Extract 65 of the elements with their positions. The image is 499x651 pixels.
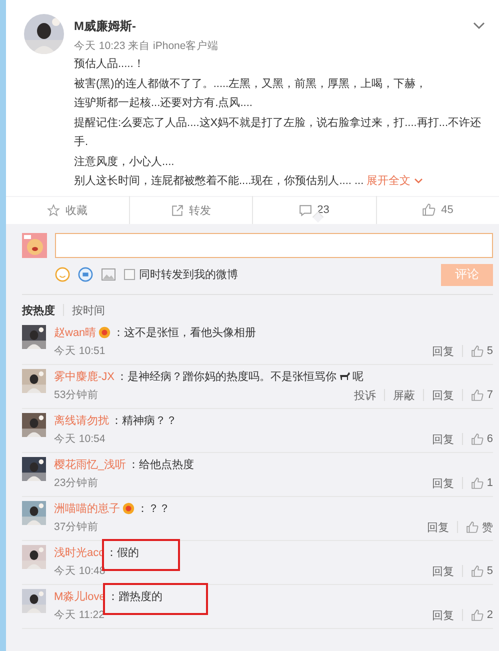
- chevron-down-icon[interactable]: [473, 22, 485, 30]
- comment-text: ：给他点热度: [128, 458, 194, 472]
- comment-input[interactable]: [55, 232, 493, 258]
- comment-icon: [299, 204, 312, 216]
- like-count[interactable]: 6: [486, 433, 493, 445]
- repost-label: 同时转发到我的微博: [139, 268, 238, 282]
- thumbs-up-icon: [470, 344, 484, 358]
- like-count[interactable]: 2: [486, 609, 493, 621]
- commenter-name[interactable]: 樱花雨忆_浅听: [54, 456, 126, 472]
- thumbs-up-icon: [470, 432, 484, 446]
- thumbs-up-icon: [422, 203, 436, 217]
- post-text-line: 连驴斯都一起核...还要对方有.点风....: [74, 96, 254, 111]
- comment-time: 23分钟前: [54, 476, 99, 490]
- comment-time: 37分钟前: [54, 520, 99, 534]
- post-text-line: 别人这长时间，连屁都被憋着不能....现在，你预估别人.... ... 展开全文: [74, 172, 487, 192]
- post-text-line: 注意风度，小心人....: [74, 154, 176, 170]
- comment-text: ：是神经病？蹭你妈的热度吗。不是张恒骂你: [116, 370, 336, 384]
- comment-time: 53分钟前: [54, 388, 99, 402]
- thumbs-up-icon: [470, 608, 484, 622]
- reply-link[interactable]: 回复: [424, 608, 462, 622]
- repost-checkbox[interactable]: [124, 269, 135, 280]
- like-count[interactable]: 5: [486, 345, 493, 357]
- sort-tab[interactable]: 按时间: [72, 302, 105, 318]
- smiley-icon[interactable]: [55, 267, 70, 282]
- comment-time: 今天 10:51: [54, 344, 106, 358]
- thumbs-up-icon: [470, 476, 484, 490]
- comment-text: ：精神病？？: [111, 414, 177, 428]
- commenter-name[interactable]: 赵wan晴: [54, 324, 96, 340]
- comment-text: ：假的: [106, 546, 140, 560]
- comment-text: ：蹭热度的: [107, 590, 162, 604]
- comment-time: 今天 11:22: [54, 608, 104, 622]
- reply-link[interactable]: 回复: [424, 564, 462, 578]
- reply-link[interactable]: 回复: [424, 344, 462, 358]
- comment-text: ：这不是张恒，看他头像相册: [113, 326, 256, 340]
- author-name[interactable]: M威廉姆斯-: [74, 18, 487, 35]
- reply-link[interactable]: 回复: [419, 520, 457, 534]
- commenter-name[interactable]: 离线请勿扰: [54, 412, 109, 428]
- chevron-down-icon: [414, 178, 423, 184]
- post-meta: 今天 10:23 来自 iPhone客户端: [74, 39, 220, 53]
- like-count[interactable]: 7: [486, 389, 493, 401]
- post-text-line: 提醒记住:么要忘了人品....这X妈不就是打了左脸，说右脸拿过来，打....再打...不许还手.: [74, 116, 482, 150]
- thumbs-up-icon: [466, 520, 479, 534]
- comment-text: ：？？: [137, 502, 170, 516]
- commenter-name[interactable]: 雾中麋鹿-JX: [54, 368, 114, 384]
- image-icon[interactable]: [101, 268, 116, 281]
- comment-action[interactable]: 投诉: [346, 388, 384, 402]
- comment-action[interactable]: 屏蔽: [384, 388, 423, 402]
- thumbs-up-icon: [470, 564, 484, 578]
- like-count[interactable]: 1: [486, 477, 493, 489]
- comment-text: 呢: [352, 370, 364, 384]
- post-text-line: 被害(黑)的连人都做不了了。.....左黑，又黑，前黑，厚黑，上喝，下赫，: [74, 76, 428, 92]
- like-count[interactable]: 5: [486, 565, 493, 577]
- comment-time: 今天 10:54: [54, 432, 106, 446]
- reply-link[interactable]: 回复: [424, 432, 462, 446]
- share-icon: [170, 204, 184, 216]
- sort-tab[interactable]: 按热度: [22, 302, 55, 318]
- star-action[interactable]: 收藏: [6, 196, 128, 224]
- commenter-name[interactable]: 洲喵喵的崽子: [54, 500, 120, 516]
- post-text-line: 预估人品.....！: [74, 57, 146, 72]
- reply-link[interactable]: 回复: [424, 476, 462, 490]
- like-count[interactable]: 赞: [482, 520, 493, 534]
- star-icon: [47, 204, 60, 216]
- expand-link[interactable]: 展开全文: [366, 175, 411, 187]
- reply-link[interactable]: 回复: [424, 388, 462, 402]
- thumbs-up-icon: [470, 388, 484, 402]
